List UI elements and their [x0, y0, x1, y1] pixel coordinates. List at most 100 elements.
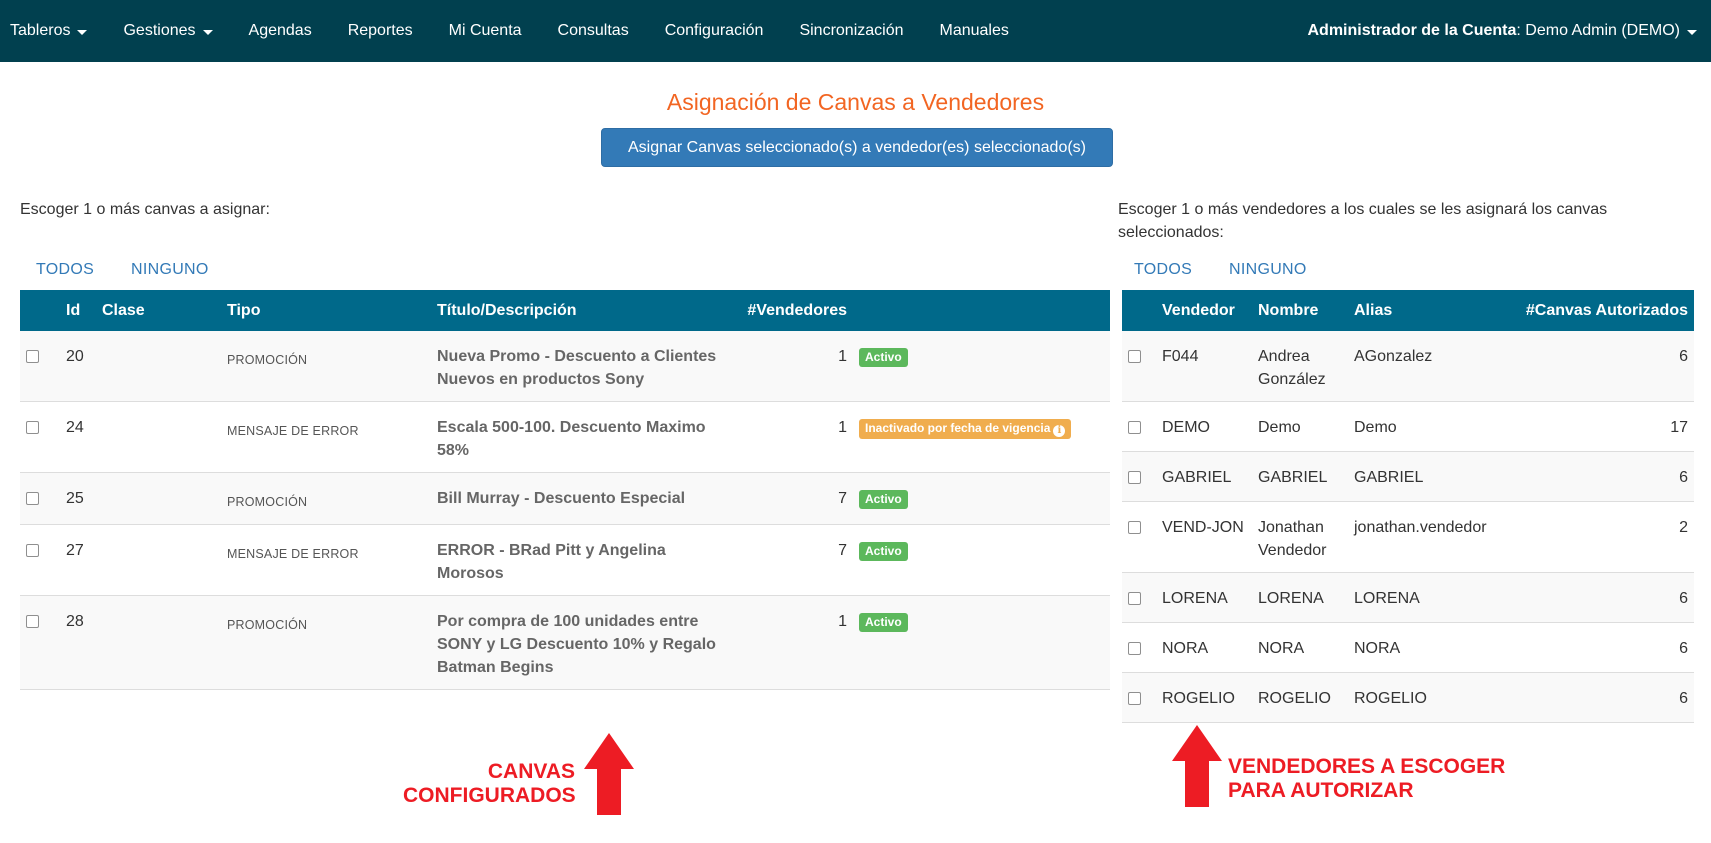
vendor-row: F044 Andrea González AGonzalez 6	[1122, 331, 1694, 402]
cell-vendedores: 1	[838, 348, 847, 365]
canvas-row-checkbox[interactable]	[26, 615, 39, 628]
vendor-row-checkbox[interactable]	[1128, 642, 1141, 655]
cell-id: 20	[66, 348, 84, 365]
cell-alias: GABRIEL	[1354, 469, 1424, 486]
header-nombre: Nombre	[1258, 301, 1319, 319]
status-badge: Inactivado por fecha de vigencia i	[859, 419, 1072, 439]
cell-checkbox	[20, 473, 60, 525]
vendor-row-checkbox[interactable]	[1128, 350, 1141, 363]
header-id: Id	[66, 301, 81, 319]
nav-item-manuales[interactable]: Manuales	[940, 22, 1027, 40]
nav-item-configuración[interactable]: Configuración	[665, 22, 782, 40]
canvas-table-body: 20 PROMOCIÓN Nueva Promo - Descuento a C…	[20, 331, 1110, 690]
canvas-type: PROMOCIÓN	[227, 495, 308, 509]
header-vendedores: #Vendedores	[747, 301, 847, 319]
cell-vendedores: 1	[838, 419, 847, 436]
nav-item-sincronización[interactable]: Sincronización	[799, 22, 921, 40]
cell-nombre: GABRIEL	[1258, 469, 1328, 486]
cell-id: 28	[66, 613, 84, 630]
cell-status: Activo	[853, 525, 1110, 596]
nav-item-reportes[interactable]: Reportes	[348, 22, 431, 40]
cell-vendedores: 7	[838, 542, 847, 559]
nav-item-tableros[interactable]: Tableros	[10, 22, 105, 40]
cell-titulo: ERROR - BRad Pitt y Angelina Morosos	[431, 525, 731, 596]
cell-vendedor: NORA	[1162, 640, 1209, 657]
canvas-row-checkbox[interactable]	[26, 492, 39, 505]
vendor-row-checkbox[interactable]	[1128, 421, 1141, 434]
cell-clase	[96, 402, 221, 473]
header-tipo: Tipo	[227, 301, 261, 319]
nav-item-label: Agendas	[248, 22, 312, 39]
cell-status: Activo	[853, 331, 1110, 402]
cell-alias: LORENA	[1354, 590, 1420, 607]
cell-checkbox	[1122, 452, 1156, 502]
cell-vendedor: F044	[1162, 348, 1199, 365]
account-label: Administrador de la Cuenta	[1307, 22, 1517, 39]
header-status-col	[853, 290, 1110, 331]
canvas-table-header: Id Clase Tipo Título/Descripción #Vended…	[20, 290, 1110, 331]
cell-checkbox	[20, 525, 60, 596]
status-badge: Activo	[859, 542, 908, 561]
canvas-row-checkbox[interactable]	[26, 421, 39, 434]
vendor-row-checkbox[interactable]	[1128, 521, 1141, 534]
cell-checkbox	[1122, 502, 1156, 573]
header-clase: Clase	[102, 301, 145, 319]
cell-canvas-autorizados: 6	[1679, 640, 1688, 657]
canvas-title: Bill Murray - Descuento Especial	[437, 490, 686, 507]
info-icon[interactable]: i	[1053, 425, 1066, 437]
vendor-row-checkbox[interactable]	[1128, 471, 1141, 484]
canvas-row-checkbox[interactable]	[26, 350, 39, 363]
canvas-title: Nueva Promo - Descuento a Clientes Nuevo…	[437, 348, 717, 388]
nav-item-mi-cuenta[interactable]: Mi Cuenta	[449, 22, 540, 40]
nav-item-label: Reportes	[347, 22, 413, 39]
vendor-row: DEMO Demo Demo 17	[1122, 401, 1694, 452]
page-title: Asignación de Canvas a Vendedores	[666, 89, 1045, 115]
cell-alias: jonathan.vendedor	[1354, 519, 1487, 536]
cell-nombre: ROGELIO	[1258, 690, 1331, 707]
canvas-row-checkbox[interactable]	[26, 544, 39, 557]
nav-item-gestiones[interactable]: Gestiones	[123, 22, 230, 40]
canvas-title: Escala 500-100. Descuento Maximo 58%	[437, 419, 706, 459]
cell-id: 24	[66, 419, 84, 436]
cell-vendedor: LORENA	[1162, 590, 1228, 607]
header-checkbox-col	[1122, 290, 1156, 331]
nav-item-agendas[interactable]: Agendas	[249, 22, 330, 40]
cell-tipo: PROMOCIÓN	[221, 331, 431, 402]
account-menu[interactable]: Administrador de la Cuenta : Demo Admin …	[1307, 0, 1697, 62]
status-badge-label: Activo	[865, 615, 902, 629]
account-value: : Demo Admin (DEMO)	[1516, 22, 1680, 39]
cell-nombre: NORA	[1258, 640, 1305, 657]
status-badge-label: Activo	[865, 544, 902, 558]
header-titulo: Título/Descripción	[437, 301, 577, 319]
cell-checkbox	[1122, 573, 1156, 623]
canvas-select-all-link[interactable]: TODOS	[36, 261, 94, 279]
vendor-select-none-link[interactable]: NINGUNO	[1229, 261, 1307, 279]
cell-alias: NORA	[1354, 640, 1401, 657]
cell-titulo: Escala 500-100. Descuento Maximo 58%	[431, 402, 731, 473]
cell-titulo: Nueva Promo - Descuento a Clientes Nuevo…	[431, 331, 731, 402]
cell-tipo: PROMOCIÓN	[221, 473, 431, 525]
cell-status: Activo	[853, 473, 1110, 525]
cell-tipo: MENSAJE DE ERROR	[221, 402, 431, 473]
vendor-select-all-link[interactable]: TODOS	[1134, 261, 1192, 279]
vendor-row-checkbox[interactable]	[1128, 692, 1141, 705]
nav-item-consultas[interactable]: Consultas	[558, 22, 647, 40]
cell-nombre: Andrea González	[1258, 348, 1326, 388]
cell-nombre: LORENA	[1258, 590, 1324, 607]
annotation-right-line2: PARA AUTORIZAR	[1228, 779, 1414, 802]
cell-checkbox	[1122, 331, 1156, 402]
vendor-row-checkbox[interactable]	[1128, 592, 1141, 605]
canvas-title: ERROR - BRad Pitt y Angelina Morosos	[437, 542, 666, 582]
nav-item-label: Mi Cuenta	[448, 22, 522, 39]
annotation-right-label: VENDEDORES A ESCOGER PARA AUTORIZAR	[1228, 755, 1548, 803]
assign-canvas-button[interactable]: Asignar Canvas seleccionado(s) a vendedo…	[601, 128, 1113, 167]
cell-nombre: Demo	[1258, 419, 1301, 436]
canvas-type: PROMOCIÓN	[227, 618, 308, 632]
cell-checkbox	[20, 331, 60, 402]
canvas-row: 20 PROMOCIÓN Nueva Promo - Descuento a C…	[20, 331, 1110, 402]
canvas-select-none-link[interactable]: NINGUNO	[131, 261, 209, 279]
cell-tipo: MENSAJE DE ERROR	[221, 525, 431, 596]
cell-tipo: PROMOCIÓN	[221, 596, 431, 690]
cell-status: Activo	[853, 596, 1110, 690]
cell-vendedor: ROGELIO	[1162, 690, 1235, 707]
